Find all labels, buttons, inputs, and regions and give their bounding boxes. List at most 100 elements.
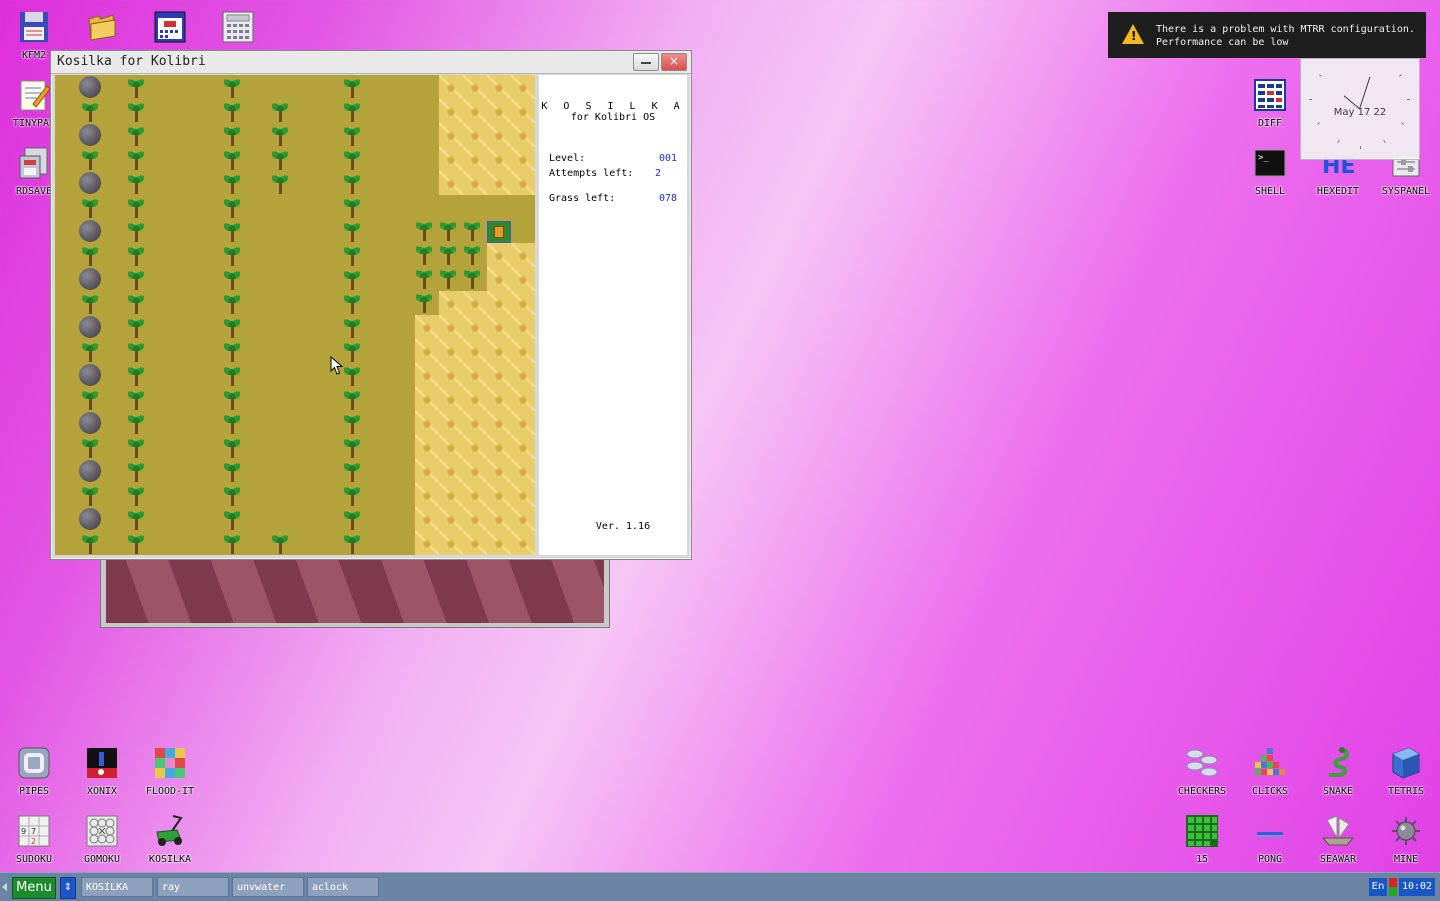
tree — [81, 532, 99, 554]
tree — [271, 124, 289, 146]
notepad-icon — [17, 78, 51, 112]
level-value: 001 — [658, 153, 677, 164]
window-titlebar[interactable]: Kosilka for Kolibri × — [51, 51, 691, 74]
desktop-icon-calendar[interactable] — [136, 10, 204, 44]
tree — [223, 244, 241, 266]
desktop-icon-label: PIPES — [18, 786, 50, 797]
tree — [439, 267, 457, 289]
desktop-icon-snake[interactable]: SNAKE — [1304, 746, 1372, 797]
game-field[interactable] — [55, 75, 535, 555]
checkers-icon — [1185, 746, 1219, 780]
taskbar: Menu ⇕ KOSILKA ray unvwater aclock En 10… — [0, 872, 1440, 901]
tree — [415, 291, 433, 313]
taskbar-clock[interactable]: 10:02 — [1399, 878, 1435, 896]
rock — [79, 412, 101, 434]
desktop-icon-folder[interactable] — [68, 10, 136, 44]
desktop-icon-floodit[interactable]: FLOOD-IT — [136, 746, 204, 797]
desktop-icon-checkers[interactable]: CHECKERS — [1168, 746, 1236, 797]
desktop-icon-kosilka[interactable]: KOSILKA — [136, 814, 204, 865]
tree — [81, 292, 99, 314]
tree — [127, 532, 145, 554]
rock — [79, 268, 101, 290]
desktop-icon-sudoku[interactable]: 972 SUDOKU — [0, 814, 68, 865]
tree — [343, 340, 361, 362]
tree — [223, 436, 241, 458]
tree — [223, 268, 241, 290]
grass-label: Grass left: — [549, 193, 616, 204]
taskbar-item-aclock[interactable]: aclock — [307, 877, 379, 897]
tree — [127, 76, 145, 98]
desktop-icon-label: SEAWAR — [1319, 854, 1357, 865]
terminal-icon: >_ — [1253, 146, 1287, 180]
desktop-icon-label: MINE — [1393, 854, 1419, 865]
desktop-icon-mine[interactable]: MINE — [1372, 814, 1440, 865]
desktop-icon-label: GOMOKU — [83, 854, 121, 865]
language-indicator[interactable]: En — [1369, 878, 1387, 896]
desktop-icon-pong[interactable]: PONG — [1236, 814, 1304, 865]
rock — [79, 364, 101, 386]
desktop-icon-diff[interactable]: DIFF — [1236, 78, 1304, 129]
clock-tick — [1407, 99, 1410, 100]
tree — [127, 340, 145, 362]
tree — [343, 172, 361, 194]
tree — [223, 508, 241, 530]
tree — [439, 243, 457, 265]
menu-button[interactable]: Menu — [12, 877, 56, 899]
desktop-icon-label: SHELL — [1254, 186, 1286, 197]
clock-widget[interactable]: May 17 22 — [1300, 58, 1420, 160]
tree — [343, 388, 361, 410]
desktop-icon-seawar[interactable]: SEAWAR — [1304, 814, 1372, 865]
window-switch-button[interactable]: ⇕ — [60, 877, 76, 899]
notification-line-1: There is a problem with MTRR configurati… — [1156, 24, 1415, 35]
desktop-icon-xonix[interactable]: XONIX — [68, 746, 136, 797]
tree — [81, 196, 99, 218]
taskbar-item-kosilka[interactable]: KOSILKA — [81, 877, 153, 897]
clicks-icon — [1253, 746, 1287, 780]
clock-minute-hand — [1359, 76, 1371, 110]
background-window[interactable] — [100, 556, 610, 628]
desktop-icon-gomoku[interactable]: GOMOKU — [68, 814, 136, 865]
tree — [127, 436, 145, 458]
lawnmower-icon — [153, 814, 187, 848]
tree — [127, 484, 145, 506]
tree — [343, 196, 361, 218]
level-label: Level: — [549, 153, 586, 164]
taskbar-item-unvwater[interactable]: unvwater — [232, 877, 304, 897]
tree — [439, 219, 457, 241]
desktop-icon-label: FLOOD-IT — [145, 786, 195, 797]
tree — [127, 364, 145, 386]
lawnmower — [487, 221, 511, 243]
tree — [343, 124, 361, 146]
mowed-area — [439, 75, 535, 195]
game-heading: K O S I L K A — [541, 101, 685, 112]
tree — [223, 532, 241, 554]
desktop-icon-calculator[interactable] — [204, 10, 272, 44]
clock-tick — [1309, 99, 1312, 100]
minimize-button[interactable] — [633, 53, 659, 71]
tree — [81, 484, 99, 506]
clock-tick — [1383, 139, 1386, 144]
tree — [223, 364, 241, 386]
tree — [343, 460, 361, 482]
kosilka-window[interactable]: Kosilka for Kolibri × K O S I L K A for … — [50, 50, 692, 560]
desktop-icon-label: SUDOKU — [15, 854, 53, 865]
desktop-icon-label: SNAKE — [1322, 786, 1354, 797]
tree — [343, 508, 361, 530]
desktop-icon-pipes[interactable]: PIPES — [0, 746, 68, 797]
desktop-icon-shell[interactable]: >_ SHELL — [1236, 146, 1304, 197]
desktop-icon-clicks[interactable]: CLICKS — [1236, 746, 1304, 797]
taskbar-item-ray[interactable]: ray — [157, 877, 229, 897]
notification-popup[interactable]: ! There is a problem with MTRR configura… — [1108, 12, 1426, 58]
close-button[interactable]: × — [661, 53, 687, 71]
desktop-icon-15[interactable]: 15 — [1168, 814, 1236, 865]
tree — [81, 148, 99, 170]
tree — [127, 412, 145, 434]
clock-tick — [1398, 74, 1403, 77]
tree — [127, 244, 145, 266]
clock-tick — [1316, 122, 1321, 125]
desktop-icon-tetris[interactable]: TETRIS — [1372, 746, 1440, 797]
tree — [463, 219, 481, 241]
taskbar-scroll-left-icon[interactable] — [2, 883, 7, 891]
tree — [223, 220, 241, 242]
tree — [223, 340, 241, 362]
